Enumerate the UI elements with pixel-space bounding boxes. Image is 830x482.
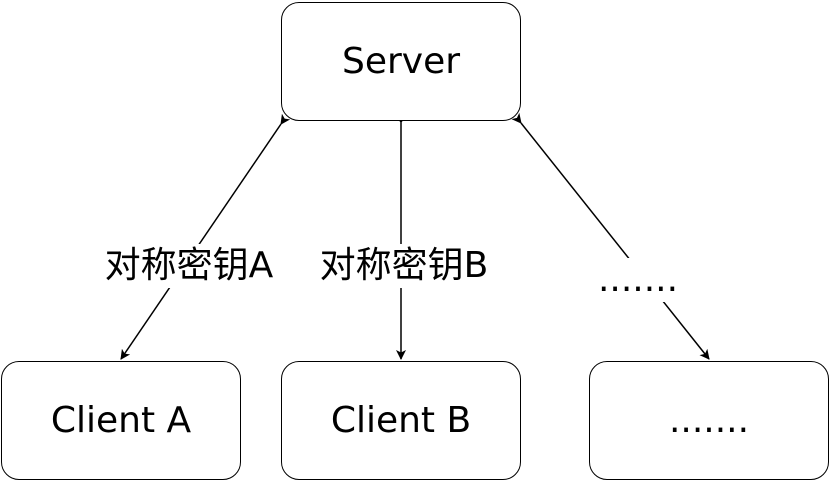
client-more-label: ....... xyxy=(668,399,750,441)
client-more-node: ....... xyxy=(589,361,829,480)
edge-label-symmetric-key-a: 对称密钥A xyxy=(89,244,289,288)
client-b-label: Client B xyxy=(330,399,472,441)
edge-label-symmetric-key-b: 对称密钥B xyxy=(306,244,502,288)
edge-server-client-a xyxy=(120,113,291,360)
client-b-node: Client B xyxy=(281,361,521,480)
edge-server-client-c xyxy=(511,112,710,360)
server-label: Server xyxy=(341,40,461,82)
client-a-node: Client A xyxy=(1,361,241,480)
edge-label-more: ....... xyxy=(592,258,684,302)
server-node: Server xyxy=(281,2,521,121)
client-a-label: Client A xyxy=(50,399,192,441)
